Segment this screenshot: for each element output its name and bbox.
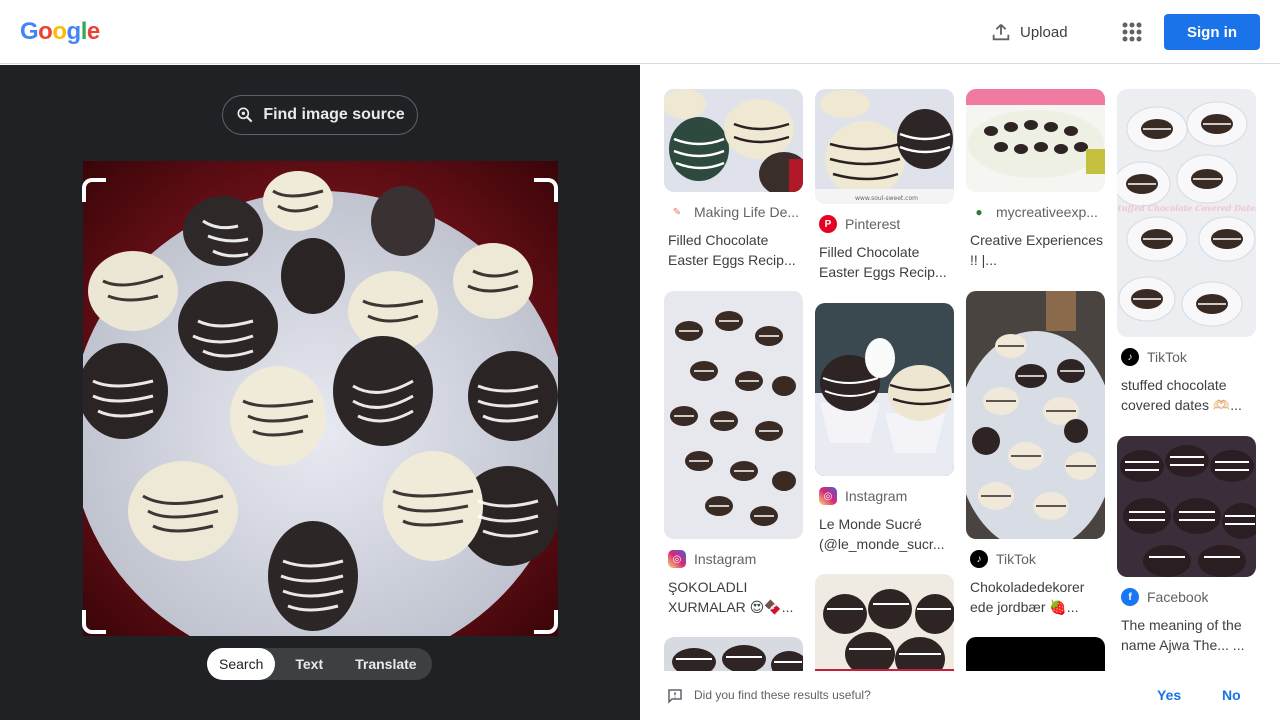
result-title[interactable]: The meaning of the name Ajwa The... ... xyxy=(1117,615,1256,655)
mycreative-icon: ● xyxy=(970,203,988,221)
upload-label: Upload xyxy=(1020,23,1068,41)
logo-letter: e xyxy=(86,18,100,45)
result-title[interactable]: stuffed chocolate covered dates 🫶🏻... xyxy=(1117,375,1256,415)
result-source: ✎ Making Life De... xyxy=(664,202,803,222)
result-thumbnail[interactable]: Stuffed Chocolate Covered Dates xyxy=(1117,89,1256,337)
result-source: ◎ Instagram xyxy=(664,549,803,569)
result-card[interactable]: ◎ Instagram Le Monde Sucré (@le_monde_su… xyxy=(815,303,954,554)
crop-handle-bottom-right[interactable] xyxy=(534,610,558,634)
result-title[interactable]: Filled Chocolate Easter Eggs Recip... xyxy=(815,242,954,282)
upload-icon xyxy=(992,24,1010,41)
svg-text:www.soul-sweet.com: www.soul-sweet.com xyxy=(855,195,918,202)
result-source-name: Instagram xyxy=(694,551,757,567)
result-card[interactable] xyxy=(815,574,954,671)
result-source-name: Instagram xyxy=(845,488,908,504)
result-source-name: TikTok xyxy=(996,551,1036,567)
result-card[interactable]: Stuffed Chocolate Covered Dates ♪ TikTok… xyxy=(1117,89,1256,415)
result-source-name: Pinterest xyxy=(845,216,901,232)
result-source: f Facebook xyxy=(1117,587,1256,607)
query-image-panel: Find image source Search Text Translate xyxy=(0,65,640,720)
logo-letter: g xyxy=(66,18,82,45)
result-thumbnail[interactable] xyxy=(664,89,803,192)
pinterest-icon: P xyxy=(819,215,837,233)
result-title[interactable]: Le Monde Sucré (@le_monde_sucr... xyxy=(815,514,954,554)
result-source: P Pinterest xyxy=(815,214,954,234)
feedback-no-button[interactable]: No xyxy=(1222,687,1241,703)
result-card[interactable] xyxy=(966,637,1105,671)
find-image-source-label: Find image source xyxy=(263,106,405,123)
apps-grid-icon[interactable] xyxy=(1118,18,1146,46)
result-thumbnail[interactable] xyxy=(966,291,1105,539)
result-card[interactable]: ● mycreativeexp... Creative Experiences … xyxy=(966,89,1105,270)
feedback-yes-button[interactable]: Yes xyxy=(1157,687,1181,703)
result-thumbnail[interactable] xyxy=(664,637,803,671)
result-card[interactable]: ♪ TikTok Chokoladedekorer ede jordbær 🍓.… xyxy=(966,291,1105,617)
google-logo[interactable]: Google xyxy=(20,18,100,46)
thumbnail-caption: Stuffed Chocolate Covered Dates xyxy=(1117,203,1256,213)
sign-in-button[interactable]: Sign in xyxy=(1164,14,1260,50)
result-source: ◎ Instagram xyxy=(815,486,954,506)
feedback-question: Did you find these results useful? xyxy=(694,688,871,702)
mode-switcher: Search Text Translate xyxy=(207,648,432,680)
result-thumbnail[interactable] xyxy=(966,89,1105,192)
lens-search-icon xyxy=(237,107,253,123)
upload-button[interactable]: Upload xyxy=(990,18,1068,46)
result-card[interactable]: ✎ Making Life De... Filled Chocolate Eas… xyxy=(664,89,803,270)
result-thumbnail[interactable] xyxy=(966,637,1105,671)
result-source-name: mycreativeexp... xyxy=(996,204,1098,220)
tiktok-icon: ♪ xyxy=(970,550,988,568)
result-source-name: Facebook xyxy=(1147,589,1209,605)
result-thumbnail[interactable] xyxy=(664,291,803,539)
mode-text-tab[interactable]: Text xyxy=(275,648,343,680)
result-thumbnail[interactable] xyxy=(815,574,954,671)
top-bar: Google Upload Sign in xyxy=(0,0,1280,64)
result-title[interactable]: ŞOKOLADLI XURMALAR 😍🍫... xyxy=(664,577,803,617)
result-card[interactable] xyxy=(664,637,803,671)
find-image-source-button[interactable]: Find image source xyxy=(222,95,418,135)
result-source: ♪ TikTok xyxy=(966,549,1105,569)
mode-translate-tab[interactable]: Translate xyxy=(343,648,428,680)
crop-handle-top-right[interactable] xyxy=(534,178,558,202)
logo-letter: G xyxy=(20,18,39,45)
result-thumbnail[interactable] xyxy=(1117,436,1256,577)
logo-letter: o xyxy=(38,18,53,45)
mode-search-tab[interactable]: Search xyxy=(207,648,276,680)
result-source-name: Making Life De... xyxy=(694,204,800,220)
result-thumbnail[interactable] xyxy=(815,303,954,476)
facebook-icon: f xyxy=(1121,588,1139,606)
crop-handle-top-left[interactable] xyxy=(82,178,106,202)
result-thumbnail[interactable]: www.soul-sweet.com xyxy=(815,89,954,204)
result-title[interactable]: Chokoladedekorer ede jordbær 🍓... xyxy=(966,577,1105,617)
result-source: ♪ TikTok xyxy=(1117,347,1256,367)
result-source-name: TikTok xyxy=(1147,349,1187,365)
feedback-icon xyxy=(668,689,682,704)
result-card[interactable]: ◎ Instagram ŞOKOLADLI XURMALAR 😍🍫... xyxy=(664,291,803,617)
instagram-icon: ◎ xyxy=(668,550,686,568)
logo-letter: o xyxy=(52,18,67,45)
crop-handle-bottom-left[interactable] xyxy=(82,610,106,634)
result-title[interactable]: Filled Chocolate Easter Eggs Recip... xyxy=(664,230,803,270)
tiktok-icon: ♪ xyxy=(1121,348,1139,366)
result-source: ● mycreativeexp... xyxy=(966,202,1105,222)
result-card[interactable]: www.soul-sweet.com P Pinterest Filled Ch… xyxy=(815,89,954,282)
result-title[interactable]: Creative Experiences !! |... xyxy=(966,230,1105,270)
visual-matches-grid: ✎ Making Life De... Filled Chocolate Eas… xyxy=(640,65,1280,671)
instagram-icon: ◎ xyxy=(819,487,837,505)
query-image[interactable] xyxy=(83,161,558,636)
result-card[interactable]: f Facebook The meaning of the name Ajwa … xyxy=(1117,436,1256,655)
making-life-icon: ✎ xyxy=(668,203,686,221)
